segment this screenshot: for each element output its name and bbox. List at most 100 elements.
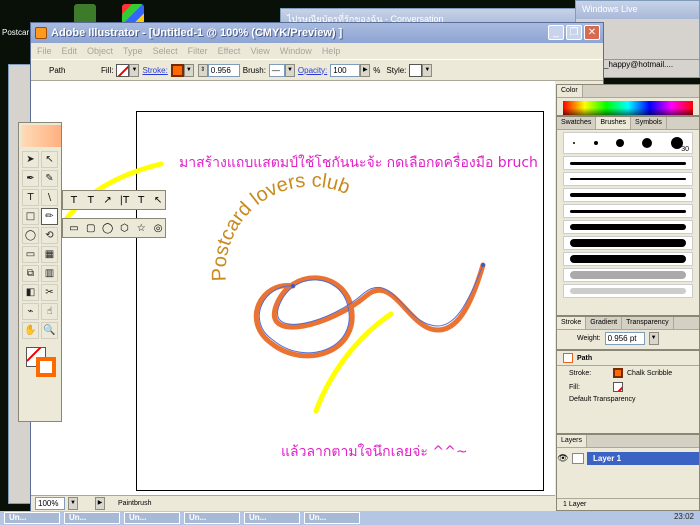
gradient-tool-icon[interactable]: ▥ [41,265,58,282]
scissors-tool-icon[interactable]: ✂ [41,284,58,301]
taskbar-button-1[interactable]: Un... [4,512,60,524]
appearance-stroke-swatch[interactable] [613,368,623,378]
anchor-point-start[interactable] [291,284,295,288]
slice-tool-icon[interactable]: ☝ [41,303,58,320]
blend-tool-icon[interactable]: ⌁ [22,303,39,320]
zoom-dropdown[interactable]: ▼ [68,497,78,510]
vertical-area-type-tool-icon[interactable]: T [134,195,148,206]
polygon-option-icon[interactable]: ⬡ [117,223,131,234]
brush-art-2[interactable] [563,172,693,186]
toolbox-stroke-swatch[interactable] [36,357,56,377]
menu-object[interactable]: Object [87,46,113,56]
appearance-transparency[interactable]: Default Transparency [569,396,636,403]
eyedropper-tool-icon[interactable]: ◧ [22,284,39,301]
taskbar-button-4[interactable]: Un... [184,512,240,524]
stroke-weight-stepper[interactable]: ⇕ [197,63,208,77]
ellipse-tool-icon[interactable]: ◯ [22,227,39,244]
layer-row[interactable]: 👁 Layer 1 [557,450,699,466]
brush-dot-4[interactable] [642,138,653,148]
menu-effect[interactable]: Effect [218,46,241,56]
opacity-dropdown[interactable]: ▶ [360,63,371,77]
menu-type[interactable]: Type [123,46,143,56]
weight-field[interactable]: 0.956 pt [604,332,645,345]
style-swatch[interactable] [409,63,423,77]
close-button[interactable]: ✕ [584,25,600,40]
brush-art-1[interactable] [563,156,693,170]
brush-art-5[interactable] [563,220,693,234]
selection-tool-icon[interactable]: ➤ [22,151,39,168]
taskbar-button-2[interactable]: Un... [64,512,120,524]
restore-button[interactable]: ❐ [566,25,582,40]
fill-stroke-swatches[interactable] [22,345,58,385]
type-tool-icon[interactable]: T [22,189,39,206]
brush-dot-1[interactable] [573,142,576,144]
eye-visibility-icon[interactable]: 👁 [557,453,569,464]
menu-edit[interactable]: Edit [62,46,78,56]
anchor-point-end[interactable] [481,263,485,267]
color-spectrum[interactable] [563,101,693,115]
appearance-fill-swatch[interactable] [613,382,623,392]
rectangle-option-icon[interactable]: ▭ [67,223,81,234]
canvas-workarea[interactable]: Postcard lovers club มาสร้างแถบแสตมป์ใช้… [31,81,555,501]
tab-layers[interactable]: Layers [557,435,588,447]
menu-window[interactable]: Window [280,46,312,56]
mesh-tool-icon[interactable]: ⧉ [22,265,39,282]
menu-file[interactable]: File [37,46,52,56]
pen-tool-icon[interactable]: ✒ [22,170,39,187]
rounded-rectangle-option-icon[interactable]: ▢ [84,223,98,234]
windows-logo-icon[interactable] [122,4,144,24]
vertical-type-tool-icon[interactable]: |T [117,195,131,206]
stroke-swatch[interactable] [170,63,184,77]
brush-art-4[interactable] [563,204,693,218]
area-type-tool-icon[interactable]: T [84,195,98,206]
stroke-weight-field[interactable]: 0.956 [207,63,240,77]
rotate-tool-icon[interactable]: ⟲ [41,227,58,244]
paintbrush-tool-icon[interactable]: ✏ [41,208,58,225]
illustrator-window[interactable]: Adobe Illustrator - [Untitled-1 @ 100% (… [30,22,604,512]
minimize-button[interactable]: _ [548,25,564,40]
brush-preview[interactable]: — [268,63,285,77]
menu-view[interactable]: View [250,46,269,56]
style-dropdown[interactable]: ▼ [422,63,433,77]
taskbar-button-3[interactable]: Un... [124,512,180,524]
title-bar[interactable]: Adobe Illustrator - [Untitled-1 @ 100% (… [31,23,603,43]
rectangle-tool-icon[interactable]: □ [22,208,39,225]
tab-gradient[interactable]: Gradient [586,317,623,329]
flare-option-icon[interactable]: ◎ [151,223,165,234]
brush-dropdown[interactable]: ▼ [284,63,295,77]
weight-dropdown[interactable]: ▼ [648,332,659,345]
scale-tool-icon[interactable]: ▭ [22,246,39,263]
ellipse-option-icon[interactable]: ◯ [101,223,115,234]
tab-swatches[interactable]: Swatches [557,117,597,129]
path-type-tool-icon[interactable]: ↗ [101,195,115,206]
brush-dot-3[interactable] [615,139,624,147]
direct-selection-tool-icon[interactable]: ↖ [41,151,58,168]
pencil-tool-icon[interactable]: ✎ [41,170,58,187]
tab-transparency[interactable]: Transparency [622,317,674,329]
brush-art-6[interactable] [563,236,693,250]
layer-name[interactable]: Layer 1 [587,451,699,465]
fill-dropdown[interactable]: ▼ [129,63,140,77]
brush-art-9[interactable] [563,284,693,298]
menu-select[interactable]: Select [153,46,178,56]
brush-art-8[interactable] [563,268,693,282]
menu-filter[interactable]: Filter [188,46,208,56]
menu-help[interactable]: Help [322,46,341,56]
appearance-stroke-value[interactable]: Chalk Scribble [627,370,672,377]
taskbar-button-6[interactable]: Un... [304,512,360,524]
artwork-svg[interactable]: Postcard lovers club มาสร้างแถบแสตมป์ใช้… [31,81,555,501]
brush-art-7[interactable] [563,252,693,266]
taskbar-button-5[interactable]: Un... [244,512,300,524]
stroke-dropdown[interactable]: ▼ [183,63,194,77]
desktop-app-icon[interactable] [74,4,96,24]
star-option-icon[interactable]: ☆ [134,223,148,234]
color-tab[interactable]: Color [557,85,583,97]
type-tool-option-icon[interactable]: T [67,195,81,206]
brush-dot-2[interactable] [593,141,598,145]
brush-art-3[interactable] [563,188,693,202]
tab-brushes[interactable]: Brushes [596,117,632,129]
opacity-label[interactable]: Opacity: [298,66,327,75]
chalk-scribble-stroke[interactable] [253,262,486,359]
vertical-path-type-tool-icon[interactable]: ↖ [151,195,165,206]
stroke-label[interactable]: Stroke: [142,66,167,75]
